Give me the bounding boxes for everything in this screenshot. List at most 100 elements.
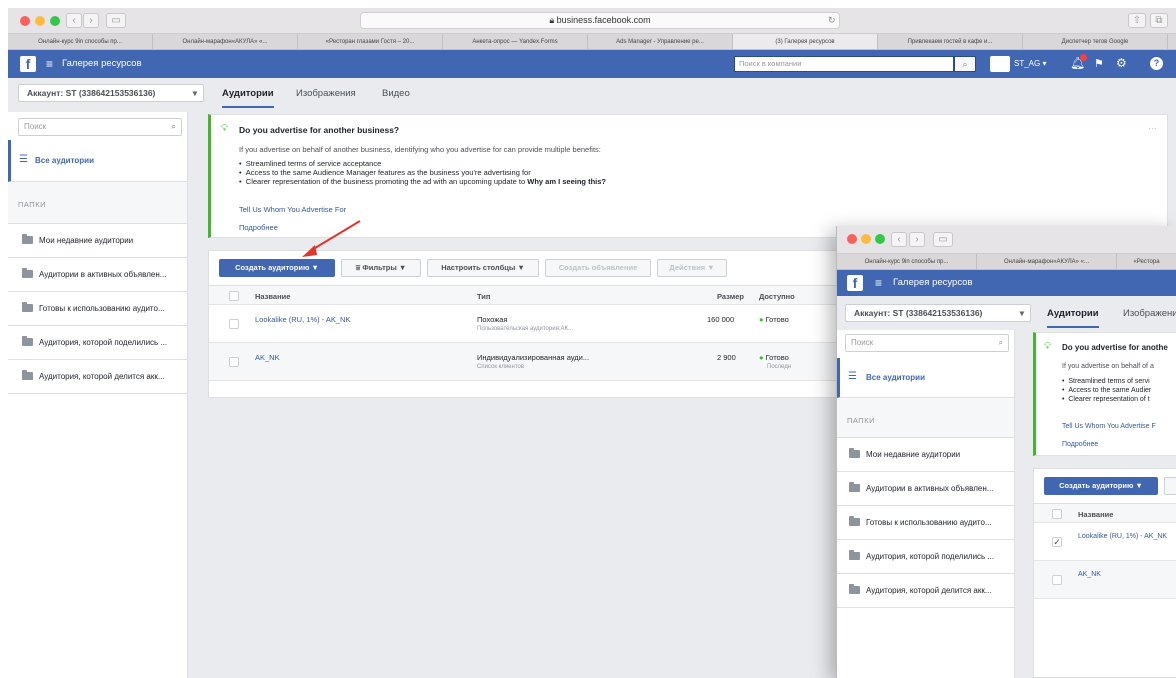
tab-audiences[interactable]: Аудитории bbox=[1047, 308, 1099, 328]
row-checkbox[interactable] bbox=[1052, 575, 1062, 585]
audience-name-link[interactable]: Lookalike (RU, 1%) - AK_NK bbox=[255, 315, 350, 324]
browser-tab-strip: Онлайн-курс 9in способы пр... Онлайн-мара… bbox=[837, 254, 1176, 270]
gear-icon[interactable]: ⚙ bbox=[1116, 56, 1127, 70]
sidebar-toggle-icon[interactable]: ▭ bbox=[106, 13, 126, 28]
select-all-checkbox[interactable] bbox=[1052, 509, 1062, 519]
reload-icon[interactable]: ↻ bbox=[828, 15, 836, 26]
row-checkbox-checked[interactable]: ✓ bbox=[1052, 537, 1062, 547]
minimize-window-button[interactable] bbox=[861, 234, 871, 244]
column-header-name[interactable]: Название bbox=[1078, 510, 1113, 519]
sidebar-toggle-icon[interactable]: ▭ bbox=[933, 232, 953, 247]
browser-tab[interactable]: Онлайн-марафон«АКУЛА» «... bbox=[977, 254, 1117, 269]
facebook-topbar: f ≡ Галерея ресурсов bbox=[837, 270, 1176, 296]
help-icon[interactable]: ? bbox=[1150, 57, 1163, 70]
tab-images[interactable]: Изображени bbox=[1123, 308, 1176, 319]
browser-tab[interactable]: «Рестора bbox=[1117, 254, 1176, 269]
column-header-name[interactable]: Название bbox=[255, 292, 290, 301]
learn-more-link[interactable]: Подробнее bbox=[1062, 441, 1098, 448]
browser-titlebar: ‹ › ▭ bbox=[837, 226, 1176, 254]
company-search-input[interactable]: Поиск в компании bbox=[734, 56, 954, 72]
audience-name-link[interactable]: AK_NK bbox=[255, 353, 280, 362]
user-menu[interactable]: ST_AG ▾ bbox=[1014, 59, 1046, 68]
audience-type: Похожая bbox=[477, 315, 508, 324]
folder-icon bbox=[22, 302, 33, 312]
forward-icon[interactable]: › bbox=[909, 232, 925, 247]
back-icon[interactable]: ‹ bbox=[891, 232, 907, 247]
facebook-logo-icon[interactable]: f bbox=[20, 56, 36, 72]
browser-tab-active[interactable]: (3) Галерея ресурсов bbox=[733, 34, 878, 49]
sidebar-folder-item[interactable]: Аудитория, которой поделились ... bbox=[8, 326, 187, 360]
account-selector[interactable]: Аккаунт: ST (338642153536136) ▾ bbox=[845, 304, 1031, 322]
close-window-button[interactable] bbox=[847, 234, 857, 244]
create-ad-button[interactable]: Создать объявление bbox=[545, 259, 651, 277]
column-header-size[interactable]: Размер bbox=[717, 292, 744, 301]
sidebar-folder-item[interactable]: Аудитория, которой поделились ... bbox=[837, 540, 1014, 574]
zoom-window-button[interactable] bbox=[875, 234, 885, 244]
browser-tab[interactable]: Привлекаем гостей в кафе и... bbox=[878, 34, 1023, 49]
sidebar-folder-item[interactable]: Аудитория, которой делится акк... bbox=[837, 574, 1014, 608]
share-icon[interactable]: ⇧ bbox=[1128, 13, 1146, 28]
audience-type-sub: Пользовательская аудитория:АК... bbox=[477, 326, 573, 332]
column-header-type[interactable]: Тип bbox=[477, 292, 490, 301]
close-window-button[interactable] bbox=[20, 16, 30, 26]
audience-name-link[interactable]: AK_NK bbox=[1078, 571, 1101, 578]
browser-tab[interactable]: Онлайн-марафон«АКУЛА» «... bbox=[153, 34, 298, 49]
customize-columns-button[interactable]: Настроить столбцы ▼ bbox=[427, 259, 539, 277]
sidebar-search-input[interactable]: Поиск ⌕ bbox=[18, 118, 182, 136]
search-icon[interactable]: ⌕ bbox=[954, 56, 976, 72]
folders-heading: ПАПКИ bbox=[8, 182, 187, 224]
select-all-checkbox[interactable] bbox=[229, 291, 239, 301]
browser-tab[interactable]: Онлайн-курс 9in способы пр... bbox=[8, 34, 153, 49]
bullet-text: Streamlined terms of service acceptance bbox=[245, 159, 382, 168]
column-header-availability[interactable]: Доступно bbox=[759, 292, 795, 301]
filters-button[interactable]: ⩸ bbox=[1164, 477, 1176, 495]
tab-audiences[interactable]: Аудитории bbox=[222, 88, 274, 108]
create-audience-button[interactable]: Создать аудиторию ▼ bbox=[1044, 477, 1158, 495]
actions-button[interactable]: Действия ▼ bbox=[657, 259, 727, 277]
audience-name-link[interactable]: Lookalike (RU, 1%) - AK_NK bbox=[1078, 533, 1167, 540]
browser-tab[interactable]: Ads Manager - Управление ре... bbox=[588, 34, 733, 49]
sidebar-folder-item[interactable]: Мои недавние аудитории bbox=[837, 438, 1014, 472]
tabs-overview-icon[interactable]: ⧉ bbox=[1150, 13, 1168, 28]
browser-tab[interactable]: Онлайн-курс 9in способы пр... bbox=[837, 254, 977, 269]
row-checkbox[interactable] bbox=[229, 319, 239, 329]
business-avatar[interactable] bbox=[990, 56, 1010, 72]
flag-icon[interactable]: ⚑ bbox=[1094, 57, 1104, 70]
sidebar-folder-item[interactable]: Аудитория, которой делится акк... bbox=[8, 360, 187, 394]
advertise-info-panel: 💡︎ Do you advertise for anothe If you ad… bbox=[1033, 332, 1176, 456]
row-checkbox[interactable] bbox=[229, 357, 239, 367]
browser-tab[interactable]: «Ресторан глазами Гостя – 20... bbox=[298, 34, 443, 49]
table-row[interactable]: AK_NK bbox=[1034, 561, 1176, 599]
table-row[interactable]: ✓ Lookalike (RU, 1%) - AK_NK bbox=[1034, 523, 1176, 561]
folder-icon bbox=[849, 550, 860, 560]
tell-us-link[interactable]: Tell Us Whom You Advertise For bbox=[239, 205, 346, 214]
menu-icon[interactable]: ≡ bbox=[875, 276, 882, 290]
browser-tab[interactable]: Анкета-опрос — Yandex.Forms bbox=[443, 34, 588, 49]
sidebar-folder-item[interactable]: Готовы к использованию аудито... bbox=[837, 506, 1014, 540]
learn-more-link[interactable]: Подробнее bbox=[239, 223, 278, 232]
audience-size: 160 000 bbox=[707, 315, 735, 324]
sidebar-folder-item[interactable]: Аудитории в активных объявлен... bbox=[8, 258, 187, 292]
folders-heading: ПАПКИ bbox=[837, 398, 1014, 438]
tab-images[interactable]: Изображения bbox=[296, 88, 356, 99]
bullet-text: Access to the same Audience Manager feat… bbox=[245, 168, 531, 177]
more-icon[interactable]: ··· bbox=[1148, 123, 1157, 133]
lock-icon: 🔒︎ bbox=[549, 15, 557, 25]
sidebar-folder-item[interactable]: Аудитории в активных объявлен... bbox=[837, 472, 1014, 506]
tab-video[interactable]: Видео bbox=[382, 88, 410, 99]
sidebar-search-input[interactable]: Поиск ⌕ bbox=[845, 334, 1009, 352]
sidebar-folder-item[interactable]: Мои недавние аудитории bbox=[8, 224, 187, 258]
back-icon[interactable]: ‹ bbox=[66, 13, 82, 28]
sidebar-item-all-audiences[interactable]: ☰ Все аудитории bbox=[8, 140, 187, 182]
address-bar[interactable]: 🔒︎ business.facebook.com bbox=[360, 12, 840, 29]
forward-icon[interactable]: › bbox=[83, 13, 99, 28]
account-selector[interactable]: Аккаунт: ST (338642153536136) ▾ bbox=[18, 84, 204, 102]
browser-tab[interactable]: Диспетчер тегов Google bbox=[1023, 34, 1168, 49]
tell-us-link[interactable]: Tell Us Whom You Advertise F bbox=[1062, 423, 1156, 430]
menu-icon[interactable]: ≡ bbox=[46, 57, 53, 71]
minimize-window-button[interactable] bbox=[35, 16, 45, 26]
zoom-window-button[interactable] bbox=[50, 16, 60, 26]
sidebar-folder-item[interactable]: Готовы к использованию аудито... bbox=[8, 292, 187, 326]
facebook-logo-icon[interactable]: f bbox=[847, 275, 863, 291]
sidebar-item-all-audiences[interactable]: ☰ Все аудитории bbox=[837, 358, 1014, 398]
